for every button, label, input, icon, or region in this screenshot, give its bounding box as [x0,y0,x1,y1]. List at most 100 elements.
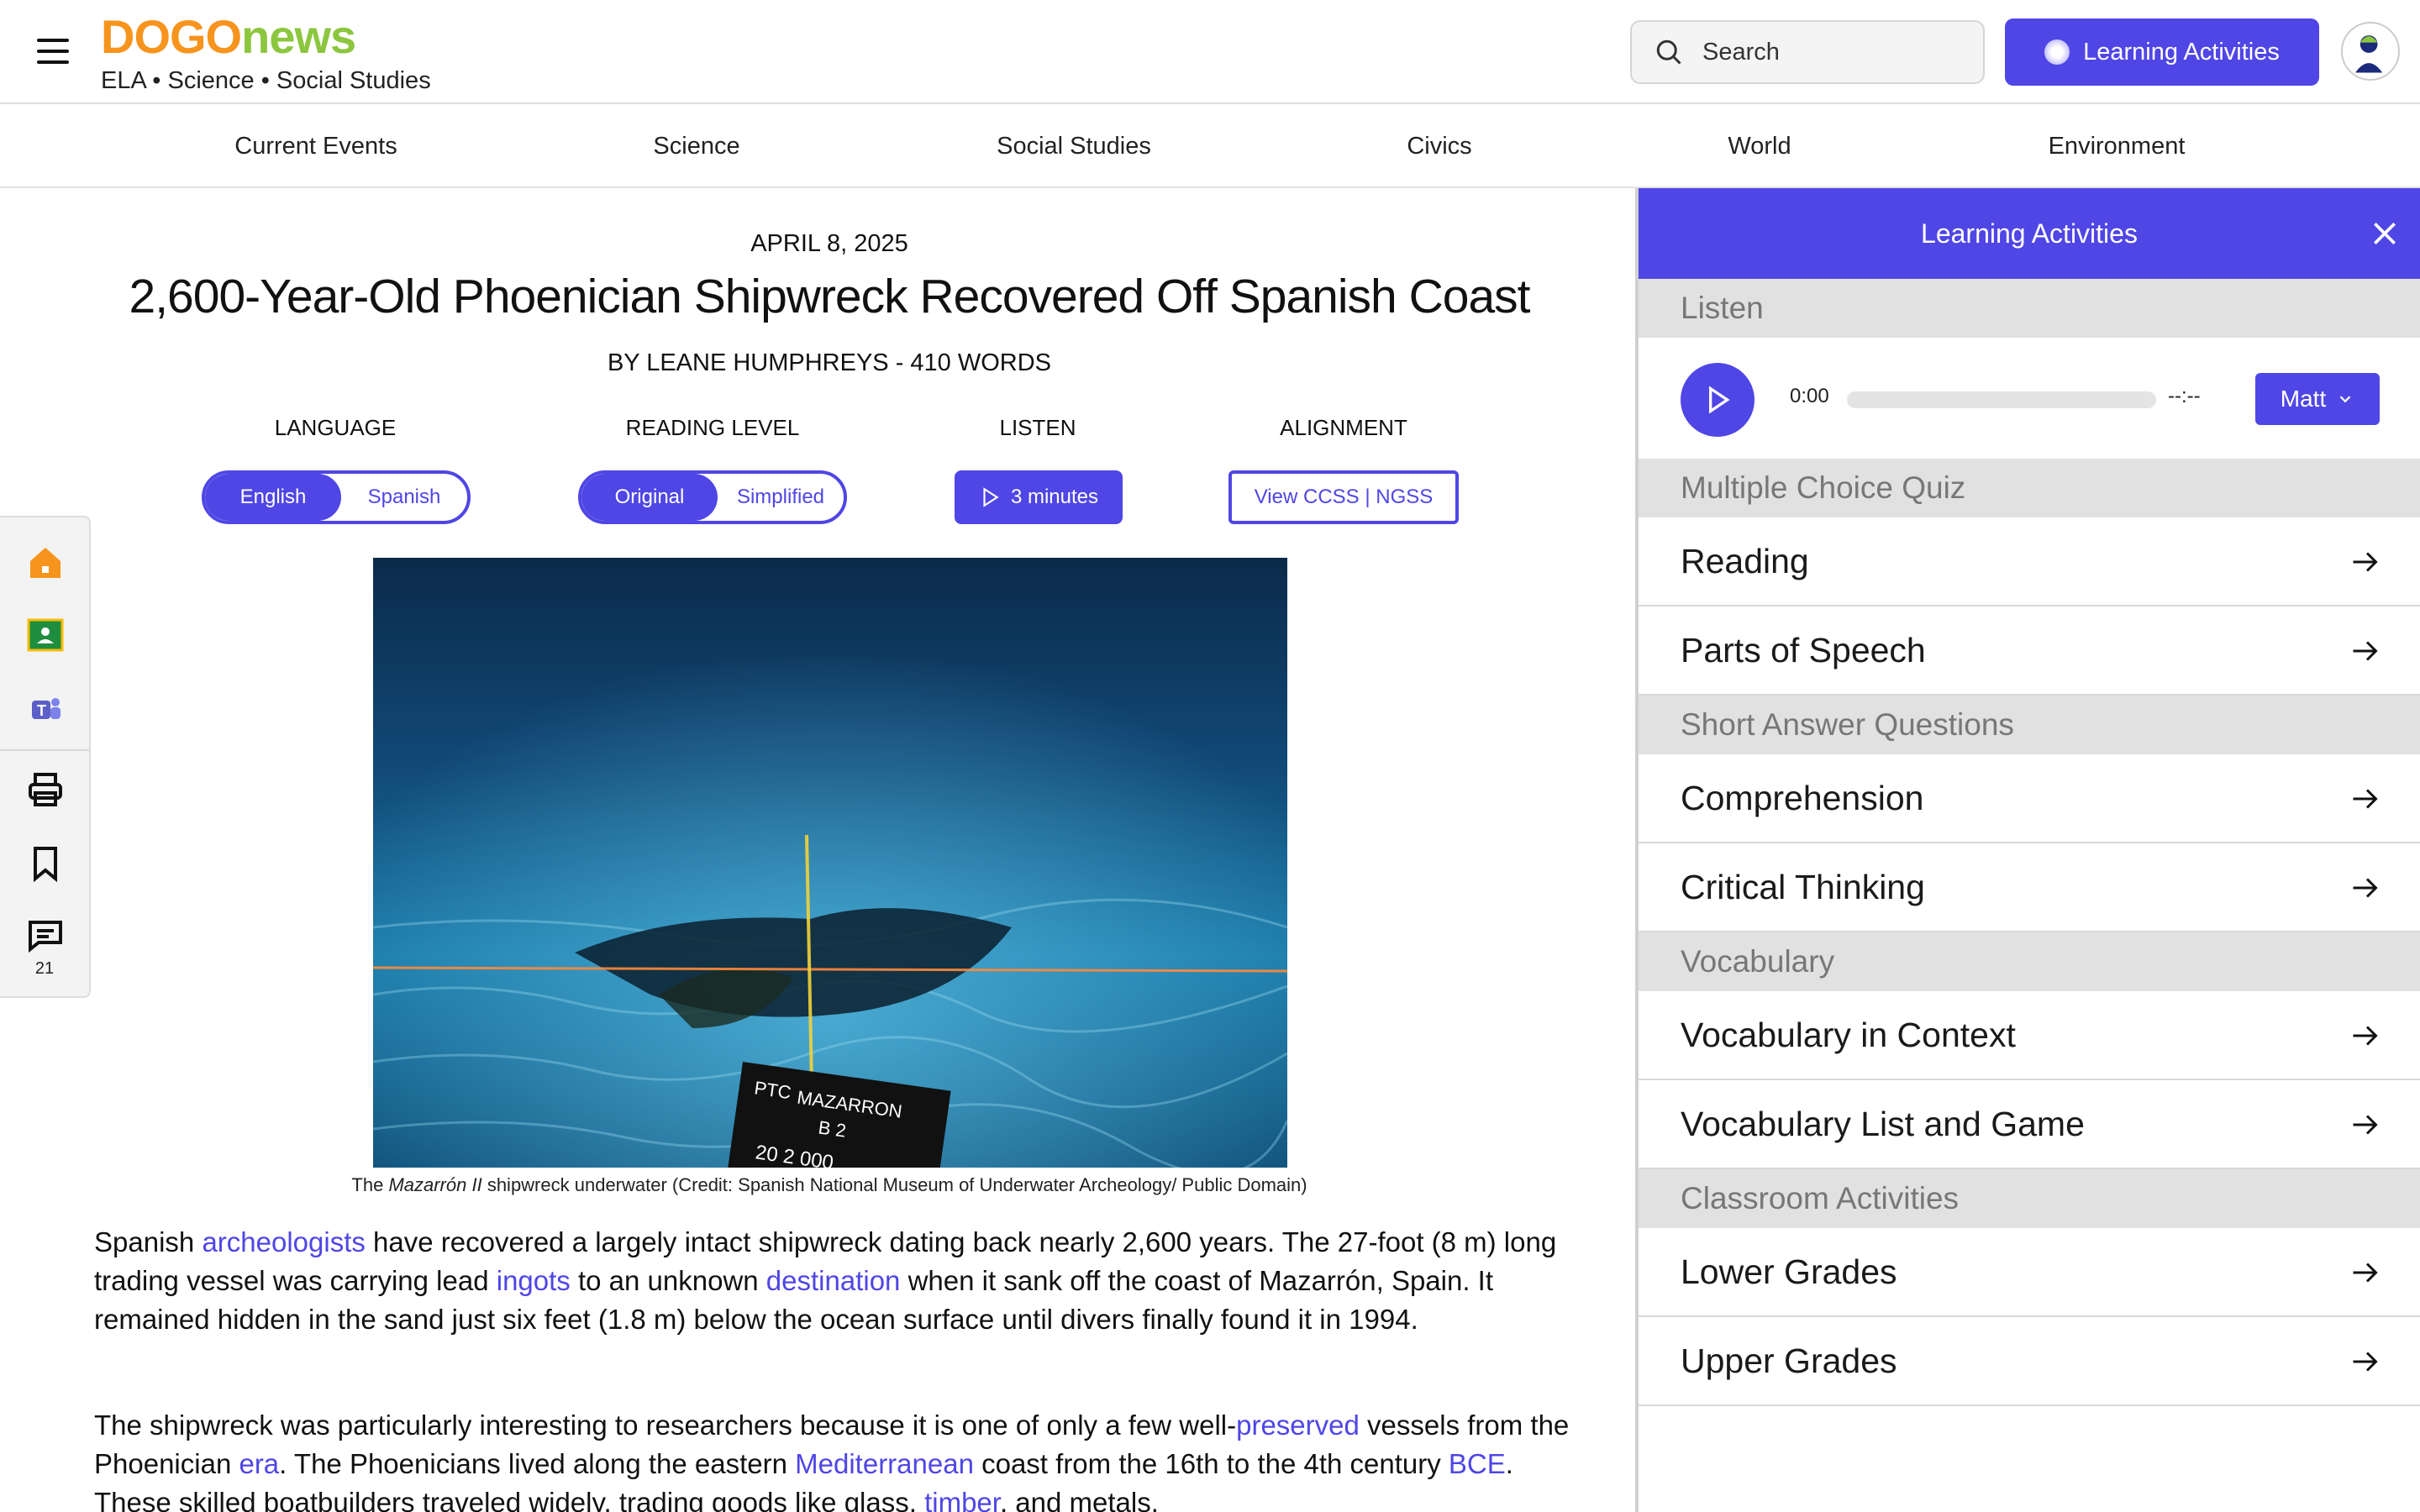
activity-label: Parts of Speech [1681,630,1926,669]
nav-world[interactable]: World [1728,133,1791,160]
vocab-link[interactable]: timber [924,1487,1000,1512]
activity-label: Upper Grades [1681,1341,1897,1380]
nav-science[interactable]: Science [653,133,739,160]
listen-button[interactable]: 3 minutes [955,470,1123,524]
para-text: . The Phoenicians lived along the easter… [279,1448,796,1479]
section-vocabulary: Vocabulary [1639,932,2420,991]
user-avatar[interactable] [2341,22,2400,81]
close-icon[interactable] [2368,217,2402,250]
side-toolbar: T 21 [0,516,91,998]
language-spanish-option[interactable]: Spanish [341,474,467,521]
vocab-link[interactable]: preserved [1236,1410,1360,1441]
activity-vocabulary-list-game[interactable]: Vocabulary List and Game [1639,1080,2420,1169]
section-classroom-activities: Classroom Activities [1639,1169,2420,1228]
panel-title: Learning Activities [1921,218,2138,249]
para-text: Spanish [94,1226,203,1257]
nav-civics[interactable]: Civics [1407,133,1471,160]
caption-suffix: shipwreck underwater (Credit: Spanish Na… [481,1174,1307,1195]
nav-social-studies[interactable]: Social Studies [997,133,1151,160]
language-toggle: English Spanish [202,470,471,524]
activity-label: Lower Grades [1681,1252,1897,1291]
section-multiple-choice-quiz: Multiple Choice Quiz [1639,459,2420,517]
caption-prefix: The [351,1174,389,1195]
activity-critical-thinking[interactable]: Critical Thinking [1639,843,2420,932]
site-header: DOGOnews ELA • Science • Social Studies … [0,0,2420,104]
audio-seek-bar[interactable] [1847,391,2156,408]
nav-environment[interactable]: Environment [2049,133,2186,160]
learning-activities-label: Learning Activities [2083,38,2280,66]
activity-vocabulary-in-context[interactable]: Vocabulary in Context [1639,991,2420,1080]
learning-activities-button[interactable]: Learning Activities [2005,18,2319,86]
search-placeholder: Search [1702,38,1780,66]
nav-current-events[interactable]: Current Events [234,133,397,160]
sparkle-icon [2044,39,2070,65]
slate-text-3: B 2 [817,1116,847,1141]
activity-label: Vocabulary List and Game [1681,1104,2085,1143]
activity-label: Reading [1681,541,1809,580]
comments-icon[interactable] [25,916,66,956]
activity-label: Critical Thinking [1681,867,1925,906]
toolbar-divider [0,749,89,751]
svg-text:T: T [37,702,46,719]
activity-label: Comprehension [1681,778,1924,817]
hamburger-menu-icon[interactable] [37,39,69,66]
section-short-answer: Short Answer Questions [1639,696,2420,754]
teams-icon[interactable]: T [25,689,66,729]
reading-simplified-option[interactable]: Simplified [718,474,844,521]
activity-reading[interactable]: Reading [1639,517,2420,606]
arrow-right-icon [2353,1115,2378,1135]
google-classroom-icon[interactable] [25,615,66,655]
alignment-button[interactable]: View CCSS | NGSS [1228,470,1459,524]
audio-player: 0:00 --:-- Matt [1639,338,2420,459]
arrow-right-icon [2353,1352,2378,1372]
home-icon[interactable] [25,543,66,583]
dogonews-logo[interactable]: DOGOnews [101,10,356,63]
activity-comprehension[interactable]: Comprehension [1639,754,2420,843]
activity-label: Vocabulary in Context [1681,1015,2016,1054]
vocab-link[interactable]: era [239,1448,279,1479]
photo-caption: The Mazarrón II shipwreck underwater (Cr… [0,1174,1659,1196]
article-paragraph-1: Spanish archeologists have recovered a l… [94,1223,1590,1339]
language-english-option[interactable]: English [205,474,341,521]
vocab-link[interactable]: ingots [497,1265,571,1296]
avatar-icon [2355,35,2383,73]
voice-select[interactable]: Matt [2255,373,2380,425]
para-text: to an unknown [570,1265,766,1296]
vocab-link[interactable]: BCE [1449,1448,1506,1479]
article-date: APRIL 8, 2025 [750,230,908,257]
reading-original-option[interactable]: Original [581,474,718,521]
arrow-right-icon [2353,789,2378,809]
category-nav: Current Events Science Social Studies Ci… [0,104,2420,188]
site-tagline: ELA • Science • Social Studies [101,67,431,94]
activity-parts-of-speech[interactable]: Parts of Speech [1639,606,2420,696]
listen-duration: 3 minutes [1010,486,1099,508]
learning-activities-panel: Learning Activities Listen 0:00 --:-- Ma… [1635,188,2420,1512]
audio-play-button[interactable] [1681,363,1754,437]
vocab-link[interactable]: destination [766,1265,901,1296]
arrow-right-icon [2353,878,2378,898]
arrow-right-icon [2353,552,2378,572]
search-input[interactable]: Search [1630,20,1985,84]
chevron-down-icon [2339,396,2351,403]
bookmark-icon[interactable] [25,843,66,884]
audio-current-time: 0:00 [1790,385,1829,407]
reading-level-label: READING LEVEL [625,415,800,440]
logo-news: news [241,10,356,63]
para-text: The shipwreck was particularly interesti… [94,1410,1237,1441]
voice-label: Matt [2280,386,2327,412]
vocab-link[interactable]: archeologists [202,1226,365,1257]
print-icon[interactable] [25,769,66,810]
panel-header: Learning Activities [1639,188,2420,279]
reading-level-toggle: Original Simplified [578,470,847,524]
activity-upper-grades[interactable]: Upper Grades [1639,1317,2420,1406]
para-text: coast from the 16th to the 4th century [973,1448,1449,1479]
logo-dogo: DOGO [101,10,242,63]
app-root: DOGOnews ELA • Science • Social Studies … [0,0,2420,1512]
section-listen: Listen [1639,279,2420,338]
search-icon [1656,39,1681,65]
activity-lower-grades[interactable]: Lower Grades [1639,1228,2420,1317]
vocab-link[interactable]: Mediterranean [795,1448,974,1479]
article-main: APRIL 8, 2025 2,600-Year-Old Phoenician … [0,188,1635,1512]
play-icon [1709,386,1730,414]
arrow-right-icon [2353,1026,2378,1046]
